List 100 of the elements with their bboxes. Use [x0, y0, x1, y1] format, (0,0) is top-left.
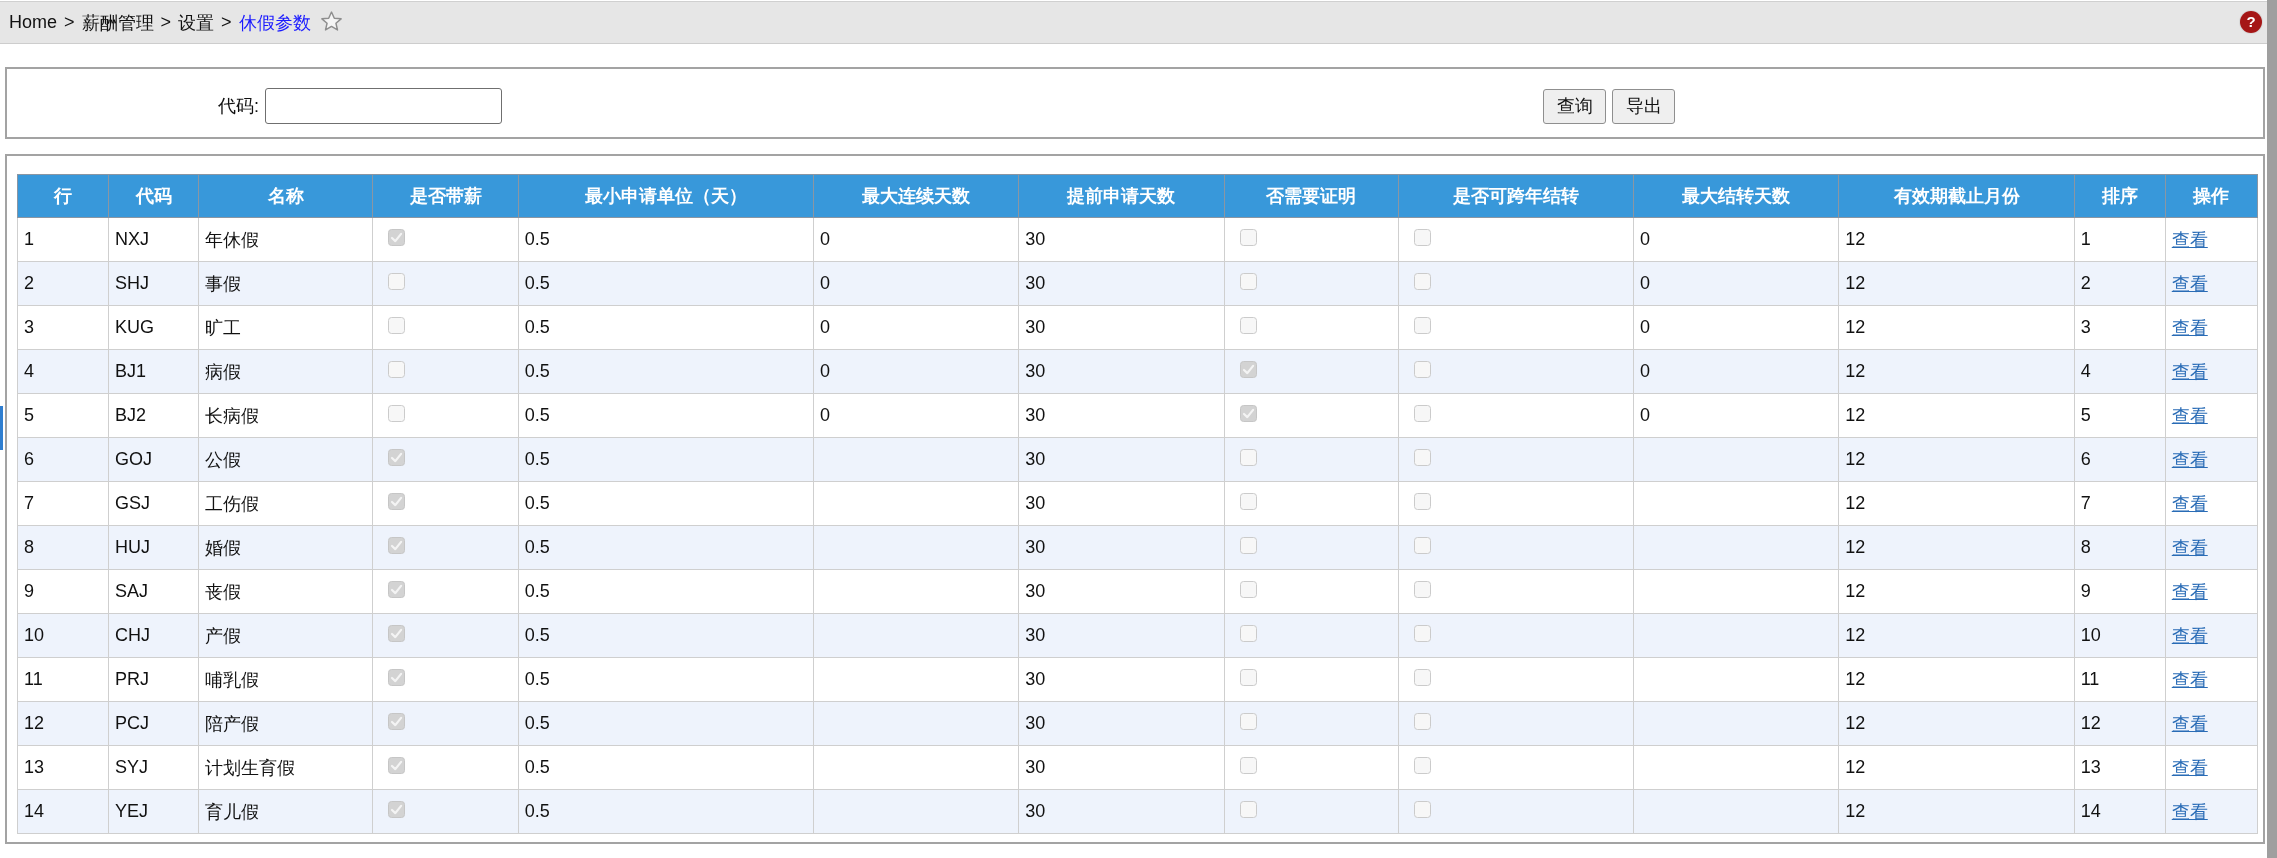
breadcrumb-item[interactable]: 设置	[178, 10, 215, 35]
view-link[interactable]: 查看	[2171, 273, 2208, 294]
checkbox[interactable]	[1413, 405, 1431, 422]
checkbox[interactable]	[1413, 229, 1431, 246]
table-cell: 12	[1838, 745, 2075, 790]
column-header: 提前申请天数	[1018, 174, 1225, 218]
checkbox[interactable]	[1239, 493, 1257, 510]
checkbox[interactable]	[1413, 713, 1431, 730]
table-cell: 6	[2074, 437, 2166, 482]
checkbox[interactable]	[388, 537, 406, 554]
view-link[interactable]: 查看	[2171, 229, 2208, 250]
table-cell: 10	[17, 613, 109, 658]
table-cell: 0	[1633, 305, 1839, 350]
view-link[interactable]: 查看	[2171, 405, 2208, 426]
view-link[interactable]: 查看	[2171, 713, 2208, 734]
checkbox[interactable]	[1239, 273, 1257, 290]
table-cell: 产假	[198, 613, 373, 658]
checkbox[interactable]	[1239, 537, 1257, 554]
table-cell: 11	[17, 657, 109, 702]
table-cell: 13	[17, 745, 109, 790]
checkbox[interactable]	[388, 317, 406, 334]
checkbox[interactable]	[388, 581, 406, 598]
table-cell: 30	[1018, 613, 1225, 658]
table-cell: 30	[1018, 701, 1225, 746]
help-button[interactable]: ?	[2240, 10, 2262, 33]
checkbox[interactable]	[1413, 757, 1431, 774]
table-cell: 病假	[198, 349, 373, 394]
checkbox[interactable]	[388, 801, 406, 818]
checkbox[interactable]	[1239, 713, 1257, 730]
view-link[interactable]: 查看	[2171, 449, 2208, 470]
checkbox[interactable]	[1413, 537, 1431, 554]
table-cell: 5	[2074, 393, 2166, 438]
checkbox[interactable]	[388, 405, 406, 422]
checkbox[interactable]	[388, 713, 406, 730]
view-link[interactable]: 查看	[2171, 625, 2208, 646]
table-cell: 工伤假	[198, 481, 373, 526]
view-link[interactable]: 查看	[2171, 669, 2208, 690]
checkbox[interactable]	[1239, 317, 1257, 334]
table-cell: SHJ	[108, 261, 199, 306]
table-cell: 12	[1838, 305, 2075, 350]
view-link[interactable]: 查看	[2171, 317, 2208, 338]
splitter-handle[interactable]	[0, 406, 3, 450]
table-cell: 0.5	[518, 481, 814, 526]
table-cell: 丧假	[198, 569, 373, 614]
table-cell: 8	[2074, 525, 2166, 570]
table-cell: 0.5	[518, 701, 814, 746]
checkbox[interactable]	[1413, 493, 1431, 510]
checkbox[interactable]	[1413, 801, 1431, 818]
table-cell: 0.5	[518, 657, 814, 702]
export-button[interactable]: 导出	[1612, 88, 1675, 124]
checkbox[interactable]	[1413, 625, 1431, 642]
checkbox[interactable]	[1413, 273, 1431, 290]
breadcrumb-separator: >	[160, 12, 172, 33]
checkbox[interactable]	[1239, 801, 1257, 818]
checkbox[interactable]	[388, 757, 406, 774]
column-header: 最大结转天数	[1633, 174, 1839, 218]
table-cell: 旷工	[198, 305, 373, 350]
checkbox[interactable]	[1239, 757, 1257, 774]
checkbox[interactable]	[1239, 625, 1257, 642]
star-icon[interactable]	[320, 10, 342, 31]
view-link[interactable]: 查看	[2171, 361, 2208, 382]
checkbox[interactable]	[1413, 361, 1431, 378]
checkbox[interactable]	[1413, 669, 1431, 686]
view-link[interactable]: 查看	[2171, 581, 2208, 602]
view-link[interactable]: 查看	[2171, 537, 2208, 558]
breadcrumb-item[interactable]: 薪酬管理	[81, 10, 154, 35]
input-field[interactable]	[265, 88, 502, 124]
view-link[interactable]: 查看	[2171, 493, 2208, 514]
checkbox[interactable]	[1239, 361, 1257, 378]
checkbox[interactable]	[1239, 581, 1257, 598]
query-button[interactable]: 查询	[1543, 88, 1606, 124]
table-cell: 2	[2074, 261, 2166, 306]
table-cell: 2	[17, 261, 109, 306]
checkbox[interactable]	[388, 361, 406, 378]
checkbox[interactable]	[1413, 449, 1431, 466]
checkbox[interactable]	[1239, 669, 1257, 686]
checkbox[interactable]	[388, 229, 406, 246]
table-cell: 12	[1838, 437, 2075, 482]
checkbox[interactable]	[388, 449, 406, 466]
column-header: 行	[17, 174, 109, 218]
view-link[interactable]: 查看	[2171, 801, 2208, 822]
breadcrumb-item[interactable]: Home	[9, 12, 57, 33]
table-cell: 30	[1018, 481, 1225, 526]
checkbox[interactable]	[388, 669, 406, 686]
table-cell: 10	[2074, 613, 2166, 658]
column-header: 是否可跨年结转	[1398, 174, 1634, 218]
table-cell: 0.5	[518, 569, 814, 614]
checkbox[interactable]	[1239, 405, 1257, 422]
checkbox[interactable]	[1413, 581, 1431, 598]
table-cell: 12	[1838, 393, 2075, 438]
table-cell: 9	[2074, 569, 2166, 614]
table-cell: 12	[1838, 261, 2075, 306]
checkbox[interactable]	[1413, 317, 1431, 334]
view-link[interactable]: 查看	[2171, 757, 2208, 778]
checkbox[interactable]	[388, 493, 406, 510]
checkbox[interactable]	[388, 625, 406, 642]
table-cell: PRJ	[108, 657, 199, 702]
checkbox[interactable]	[1239, 449, 1257, 466]
checkbox[interactable]	[1239, 229, 1257, 246]
checkbox[interactable]	[388, 273, 406, 290]
